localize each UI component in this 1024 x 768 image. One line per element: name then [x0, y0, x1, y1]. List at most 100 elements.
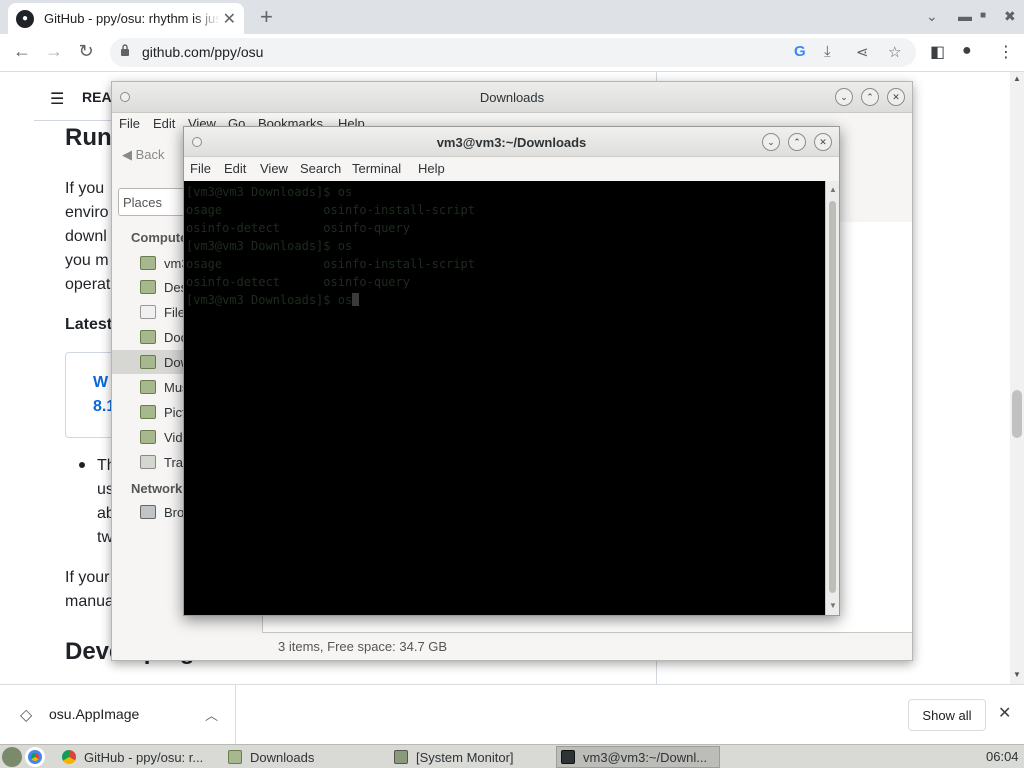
- new-tab-button[interactable]: +: [260, 6, 273, 28]
- taskbar: GitHub - ppy/osu: r... Downloads [System…: [0, 744, 1024, 768]
- para-line: manua: [65, 593, 114, 610]
- terminal-line: osinfo-detect osinfo-query: [186, 275, 410, 289]
- trash-icon: [140, 455, 156, 469]
- menu-kebab-icon[interactable]: ⋮: [998, 42, 1014, 62]
- para-line: operat: [65, 276, 111, 293]
- folder-home-icon: [140, 256, 156, 270]
- back-button[interactable]: ◀ Back: [122, 147, 165, 163]
- terminal-window: vm3@vm3:~/Downloads ⌄ ⌃ ✕ File Edit View…: [183, 126, 840, 616]
- download-shelf: ◇ osu.AppImage ︿ Show all ✕: [0, 684, 1024, 745]
- tab-search-icon[interactable]: ⌄: [926, 8, 938, 25]
- minimize-icon[interactable]: ⌄: [835, 88, 853, 106]
- terminal-menubar: File Edit View Search Terminal Help: [184, 157, 839, 181]
- bookmark-star-icon[interactable]: ☆: [888, 43, 901, 61]
- terminal-titlebar[interactable]: vm3@vm3:~/Downloads ⌄ ⌃ ✕: [184, 127, 839, 157]
- github-icon: ●: [16, 9, 34, 28]
- share-icon[interactable]: ⋖: [856, 43, 869, 61]
- app-menu-icon[interactable]: [2, 747, 22, 767]
- file-manager-statusbar: 3 items, Free space: 34.7 GB: [262, 632, 912, 660]
- heading-running: Run: [65, 124, 112, 151]
- terminal-cursor: [352, 293, 360, 306]
- back-label: Back: [135, 147, 165, 162]
- bullet-dot: [79, 462, 85, 468]
- maximize-icon[interactable]: ⌃: [788, 133, 806, 151]
- folder-pictures-icon: [140, 405, 156, 419]
- clock[interactable]: 06:04: [986, 749, 1019, 764]
- maximize-icon[interactable]: ⌃: [861, 88, 879, 106]
- scroll-up-icon[interactable]: ▲: [1013, 74, 1021, 83]
- scroll-down-icon[interactable]: ▼: [1013, 670, 1021, 679]
- address-bar[interactable]: github.com/ppy/osu G ⤓ ⋖ ☆: [110, 38, 916, 67]
- terminal-line: osage osinfo-install-script: [186, 203, 475, 217]
- forward-arrow-icon[interactable]: →: [42, 41, 66, 62]
- terminal-screen[interactable]: [vm3@vm3 Downloads]$ os osage osinfo-ins…: [184, 181, 827, 615]
- close-icon[interactable]: ✕: [814, 133, 832, 151]
- release-link[interactable]: W: [93, 374, 108, 392]
- taskbar-item-terminal[interactable]: vm3@vm3:~/Downl...: [556, 746, 720, 768]
- para-line: you m: [65, 252, 109, 269]
- para-line: If your: [65, 569, 110, 586]
- tab-title: GitHub - ppy/osu: rhythm is just a click…: [44, 11, 220, 26]
- terminal-prompt-text: [vm3@vm3 Downloads]$ os: [186, 293, 353, 307]
- menu-file[interactable]: File: [190, 161, 211, 176]
- browser-tab-github[interactable]: ● GitHub - ppy/osu: rhythm is just a cli…: [8, 3, 244, 34]
- window-title: Downloads: [479, 90, 545, 105]
- chevron-up-icon[interactable]: ︿: [205, 705, 218, 724]
- google-lens-icon[interactable]: G: [794, 43, 806, 60]
- scroll-down-icon[interactable]: ▼: [829, 601, 837, 610]
- install-app-icon[interactable]: ⤓: [824, 43, 831, 60]
- terminal-line: [vm3@vm3 Downloads]$ os: [186, 239, 353, 253]
- minimize-icon[interactable]: ▬: [958, 8, 972, 24]
- terminal-prompt-line: [vm3@vm3 Downloads]$ os: [186, 291, 825, 309]
- scrollbar-thumb[interactable]: [1012, 390, 1022, 438]
- menu-edit[interactable]: Edit: [153, 116, 175, 131]
- folder-music-icon: [140, 380, 156, 394]
- close-icon[interactable]: ✕: [998, 703, 1011, 723]
- menu-terminal[interactable]: Terminal: [352, 161, 401, 176]
- table-of-contents-icon[interactable]: ☰: [50, 89, 64, 109]
- taskbar-item-downloads[interactable]: Downloads: [224, 746, 384, 768]
- page-scrollbar[interactable]: ▲ ▼: [1010, 72, 1024, 684]
- file-manager-titlebar[interactable]: Downloads ⌄ ⌃ ✕: [112, 82, 912, 113]
- url-text[interactable]: github.com/ppy/osu: [142, 44, 263, 60]
- terminal-line: osinfo-detect osinfo-query: [186, 221, 410, 235]
- terminal-scrollbar-thumb[interactable]: [829, 201, 836, 593]
- chrome-launcher-icon[interactable]: [25, 747, 45, 767]
- window-close-icon[interactable]: ✖: [1004, 8, 1016, 25]
- filesystem-icon: [140, 305, 156, 319]
- sidebar-heading-network: Network: [131, 481, 183, 496]
- menu-help[interactable]: Help: [418, 161, 445, 176]
- tab-close-icon[interactable]: ✕: [223, 9, 236, 29]
- terminal-line: osage osinfo-install-script: [186, 257, 475, 271]
- download-file-name: osu.AppImage: [49, 706, 140, 722]
- show-all-button[interactable]: Show all: [908, 699, 986, 731]
- minimize-icon[interactable]: ⌄: [762, 133, 780, 151]
- file-icon: ◇: [20, 707, 33, 724]
- folder-desktop-icon: [140, 280, 156, 294]
- taskbar-item-github[interactable]: GitHub - ppy/osu: r...: [58, 746, 220, 768]
- folder-documents-icon: [140, 330, 156, 344]
- close-icon[interactable]: ✕: [887, 88, 905, 106]
- scroll-up-icon[interactable]: ▲: [829, 185, 837, 194]
- folder-videos-icon: [140, 430, 156, 444]
- browser-toolbar: ← → ↻ github.com/ppy/osu G ⤓ ⋖ ☆ ◧ ● ⋮: [0, 34, 1024, 72]
- reload-icon[interactable]: ↻: [74, 41, 98, 62]
- download-item[interactable]: ◇ osu.AppImage ︿: [0, 685, 236, 745]
- para-line: If you: [65, 180, 105, 197]
- side-panel-icon[interactable]: ◧: [930, 42, 945, 62]
- chrome-icon: [62, 750, 76, 764]
- network-icon: [140, 505, 156, 519]
- taskbar-item-system-monitor[interactable]: [System Monitor]: [390, 746, 550, 768]
- menu-file[interactable]: File: [119, 116, 140, 131]
- menu-search[interactable]: Search: [300, 161, 341, 176]
- back-arrow-icon[interactable]: ←: [10, 41, 34, 62]
- terminal-icon: [561, 750, 575, 764]
- terminal-scrollbar[interactable]: ▲ ▼: [825, 181, 839, 615]
- folder-icon: [228, 750, 242, 764]
- terminal-line: [vm3@vm3 Downloads]$ os: [186, 185, 353, 199]
- menu-edit[interactable]: Edit: [224, 161, 246, 176]
- maximize-icon[interactable]: ■: [980, 10, 986, 21]
- menu-view[interactable]: View: [260, 161, 288, 176]
- profile-icon[interactable]: ●: [962, 42, 972, 60]
- latest-heading: Latest: [65, 316, 113, 333]
